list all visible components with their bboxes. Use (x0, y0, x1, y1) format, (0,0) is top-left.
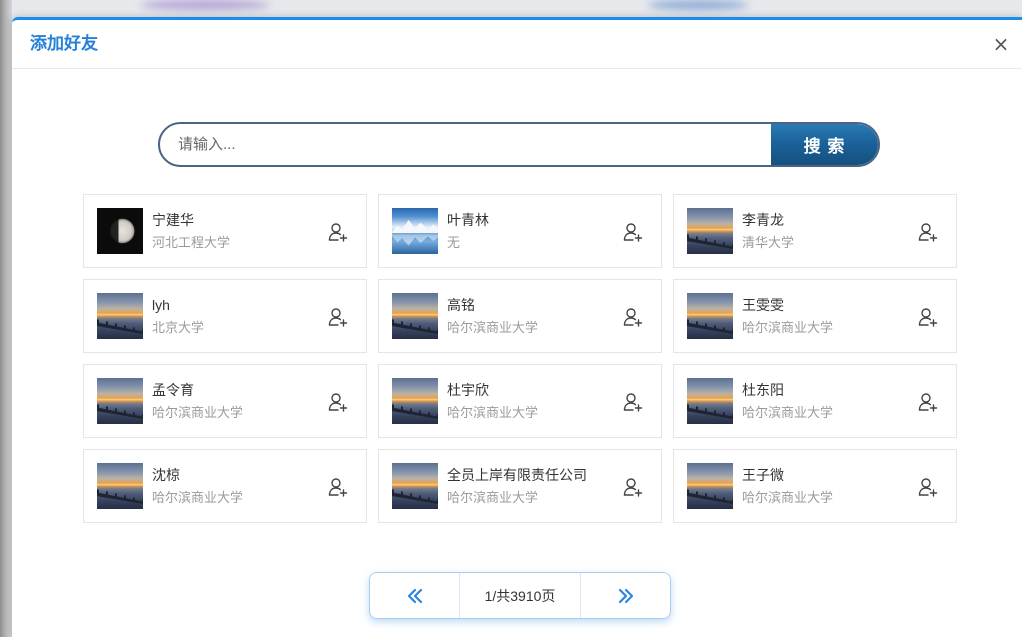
add-friend-button[interactable] (327, 306, 349, 328)
user-card: 杜宇欣 哈尔滨商业大学 (378, 364, 662, 438)
user-school: 哈尔滨商业大学 (152, 490, 244, 505)
dialog-header: 添加好友 × (12, 20, 1022, 69)
user-school: 哈尔滨商业大学 (152, 405, 244, 420)
add-user-icon (918, 393, 938, 412)
background-blur (140, 0, 270, 10)
user-list: 宁建华 河北工程大学 叶青林 无 李青龙 清华大学 lyh 北京大学 高铭 哈尔… (83, 194, 957, 523)
user-card: 王雯雯 哈尔滨商业大学 (673, 279, 957, 353)
user-card: 叶青林 无 (378, 194, 662, 268)
pagination: 1/共3910页 (369, 572, 671, 619)
user-card: 李青龙 清华大学 (673, 194, 957, 268)
user-name: 王子微 (742, 467, 784, 483)
next-page-button[interactable] (580, 573, 670, 618)
close-button[interactable]: × (990, 33, 1012, 55)
user-name: 王雯雯 (742, 297, 784, 313)
add-user-icon (918, 223, 938, 242)
add-user-icon (328, 308, 348, 327)
user-name: 宁建华 (152, 212, 194, 228)
avatar[interactable] (687, 208, 733, 254)
search-bar: 搜 索 (158, 122, 880, 167)
background-blur (648, 0, 748, 10)
user-name: 杜宇欣 (447, 382, 489, 398)
user-name: 孟令育 (152, 382, 194, 398)
search-input[interactable] (160, 124, 771, 165)
user-school: 哈尔滨商业大学 (447, 320, 539, 335)
dialog-title: 添加好友 (30, 34, 98, 53)
add-user-icon (623, 478, 643, 497)
close-icon: × (992, 32, 1010, 56)
avatar[interactable] (97, 208, 143, 254)
user-school: 河北工程大学 (152, 235, 231, 250)
avatar[interactable] (97, 378, 143, 424)
user-card: 宁建华 河北工程大学 (83, 194, 367, 268)
double-chevron-left-icon (407, 588, 422, 603)
user-name: lyh (152, 297, 170, 313)
user-card: lyh 北京大学 (83, 279, 367, 353)
user-name: 李青龙 (742, 212, 784, 228)
add-friend-button[interactable] (327, 391, 349, 413)
user-school: 北京大学 (152, 320, 205, 335)
add-user-icon (623, 223, 643, 242)
prev-page-button[interactable] (370, 573, 460, 618)
user-card: 沈椋 哈尔滨商业大学 (83, 449, 367, 523)
add-user-icon (328, 223, 348, 242)
user-school: 哈尔滨商业大学 (447, 490, 539, 505)
user-name: 高铭 (447, 297, 475, 313)
user-name: 沈椋 (152, 467, 180, 483)
user-card: 全员上岸有限责任公司 哈尔滨商业大学 (378, 449, 662, 523)
user-card: 王子微 哈尔滨商业大学 (673, 449, 957, 523)
page-indicator: 1/共3910页 (484, 587, 556, 604)
search-button[interactable]: 搜 索 (771, 124, 878, 165)
user-school: 哈尔滨商业大学 (742, 320, 834, 335)
add-friend-button[interactable] (622, 391, 644, 413)
add-user-icon (328, 393, 348, 412)
add-user-icon (918, 308, 938, 327)
double-chevron-right-icon (618, 588, 633, 603)
add-friend-dialog: 添加好友 × 搜 索 宁建华 河北工程大学 叶青林 无 李青龙 (12, 17, 1022, 637)
add-friend-button[interactable] (917, 306, 939, 328)
avatar[interactable] (687, 293, 733, 339)
avatar[interactable] (392, 463, 438, 509)
user-card: 孟令育 哈尔滨商业大学 (83, 364, 367, 438)
user-card: 杜东阳 哈尔滨商业大学 (673, 364, 957, 438)
add-user-icon (623, 393, 643, 412)
user-card: 高铭 哈尔滨商业大学 (378, 279, 662, 353)
add-friend-button[interactable] (917, 221, 939, 243)
user-school: 清华大学 (742, 235, 795, 250)
add-friend-button[interactable] (917, 391, 939, 413)
add-friend-button[interactable] (327, 476, 349, 498)
add-user-icon (328, 478, 348, 497)
user-school: 无 (447, 235, 461, 250)
add-user-icon (623, 308, 643, 327)
user-name: 全员上岸有限责任公司 (447, 467, 587, 483)
user-school: 哈尔滨商业大学 (742, 490, 834, 505)
add-friend-button[interactable] (622, 306, 644, 328)
avatar[interactable] (97, 293, 143, 339)
add-friend-button[interactable] (327, 221, 349, 243)
user-school: 哈尔滨商业大学 (447, 405, 539, 420)
user-school: 哈尔滨商业大学 (742, 405, 834, 420)
avatar[interactable] (687, 378, 733, 424)
avatar[interactable] (392, 378, 438, 424)
user-name: 叶青林 (447, 212, 489, 228)
avatar[interactable] (97, 463, 143, 509)
add-user-icon (918, 478, 938, 497)
add-friend-button[interactable] (917, 476, 939, 498)
avatar[interactable] (687, 463, 733, 509)
add-friend-button[interactable] (622, 221, 644, 243)
add-friend-button[interactable] (622, 476, 644, 498)
avatar[interactable] (392, 208, 438, 254)
avatar[interactable] (392, 293, 438, 339)
user-name: 杜东阳 (742, 382, 784, 398)
